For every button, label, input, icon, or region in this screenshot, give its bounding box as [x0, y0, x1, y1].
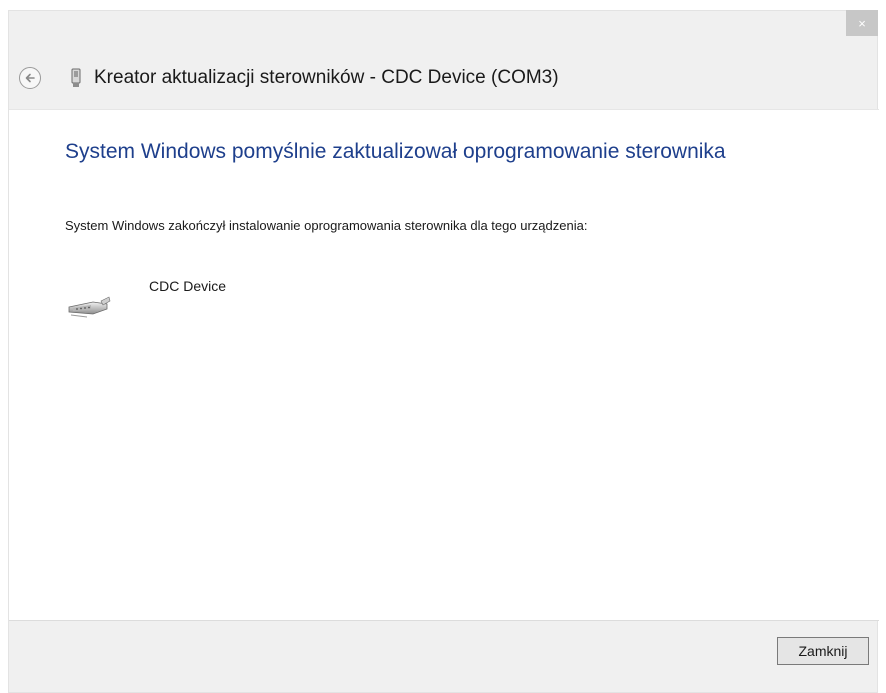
- wizard-title: Kreator aktualizacji sterowników - CDC D…: [94, 67, 559, 88]
- device-name: CDC Device: [149, 278, 227, 294]
- window-close-button[interactable]: ×: [846, 10, 878, 36]
- close-wizard-button[interactable]: Zamknij: [777, 637, 869, 665]
- back-button[interactable]: [19, 67, 41, 89]
- serial-port-icon: [68, 296, 111, 318]
- wizard-window: × Kreator aktualizacji sterowników - CDC…: [8, 10, 879, 693]
- wizard-header: Kreator aktualizacji sterowników - CDC D…: [9, 59, 877, 99]
- install-message: System Windows zakończył instalowanie op…: [65, 218, 588, 233]
- back-arrow-icon: [25, 73, 35, 83]
- wizard-content: System Windows pomyślnie zaktualizował o…: [9, 109, 879, 621]
- close-icon: ×: [858, 15, 866, 31]
- usb-device-icon: [71, 68, 81, 87]
- success-heading: System Windows pomyślnie zaktualizował o…: [65, 140, 726, 163]
